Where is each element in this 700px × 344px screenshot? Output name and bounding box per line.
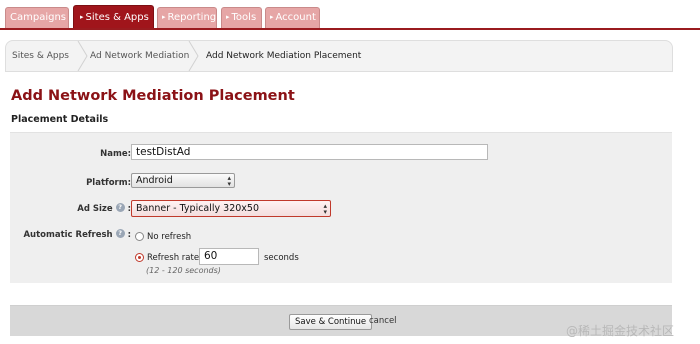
breadcrumb-item-current: Add Network Mediation Placement [206,51,362,61]
breadcrumb-separator-icon [77,41,88,71]
tab-campaigns[interactable]: Campaigns [5,7,69,28]
section-title: Placement Details [11,114,109,125]
breadcrumb: Sites & Apps Ad Network Mediation Add Ne… [5,40,673,72]
breadcrumb-item-sites-and-apps[interactable]: Sites & Apps [12,41,69,71]
tab-reporting[interactable]: ▸ Reporting [157,7,217,28]
tab-account[interactable]: ▸ Account [265,7,320,28]
refresh-rate-input[interactable]: 60 [199,248,259,265]
name-label: Name: [100,149,131,159]
breadcrumb-item-ad-network-mediation[interactable]: Ad Network Mediation [90,41,189,71]
placement-form: Name: testDistAd Platform: Android ▴ ▾ Ad… [10,132,672,283]
tab-label: Tools [231,12,257,23]
page-title: Add Network Mediation Placement [11,88,295,104]
refresh-range-hint: (12 - 120 seconds) [146,266,221,275]
platform-label: Platform: [86,178,131,188]
auto-refresh-label: Automatic Refresh [23,230,113,240]
no-refresh-label[interactable]: No refresh [147,232,191,242]
tab-sites-and-apps[interactable]: ▸ Sites & Apps [73,5,154,29]
tab-arrow-icon: ▸ [226,13,230,21]
cancel-link[interactable]: cancel [369,316,397,326]
ad-size-select[interactable]: Banner - Typically 320x50 ▴ ▾ [131,200,331,217]
tab-label: Campaigns [10,12,67,23]
no-refresh-radio[interactable] [135,232,144,241]
select-caret-icon: ▴ ▾ [323,202,327,216]
tab-tools[interactable]: ▸ Tools [221,7,262,28]
tab-label: Reporting [167,12,217,23]
tab-label: Account [275,12,316,23]
help-icon[interactable]: ? [115,229,125,238]
refresh-rate-radio[interactable] [135,253,144,262]
tab-underline [0,28,700,30]
tab-arrow-icon: ▸ [270,13,274,21]
top-nav: Campaigns ▸ Sites & Apps ▸ Reporting ▸ Tool… [0,0,700,30]
tab-arrow-icon: ▸ [80,13,84,21]
breadcrumb-separator-icon [188,41,199,71]
label-colon: : [127,230,131,240]
refresh-rate-label[interactable]: Refresh rate: [147,253,202,263]
select-caret-icon: ▴ ▾ [227,174,231,188]
platform-select-value: Android [136,175,173,186]
auto-refresh-label-group: Automatic Refresh? : [23,229,131,240]
ad-size-select-value: Banner - Typically 320x50 [136,203,260,214]
help-icon[interactable]: ? [115,203,125,212]
tab-label: Sites & Apps [85,12,149,23]
name-input[interactable]: testDistAd [131,144,488,160]
seconds-label: seconds [264,253,299,263]
platform-select[interactable]: Android ▴ ▾ [131,173,235,188]
ad-size-label-group: Ad Size? : [77,203,131,214]
tab-arrow-icon: ▸ [162,13,166,21]
watermark: @稀土掘金技术社区 [566,324,675,338]
save-and-continue-button[interactable]: Save & Continue [289,314,373,330]
ad-size-label: Ad Size [77,204,113,214]
